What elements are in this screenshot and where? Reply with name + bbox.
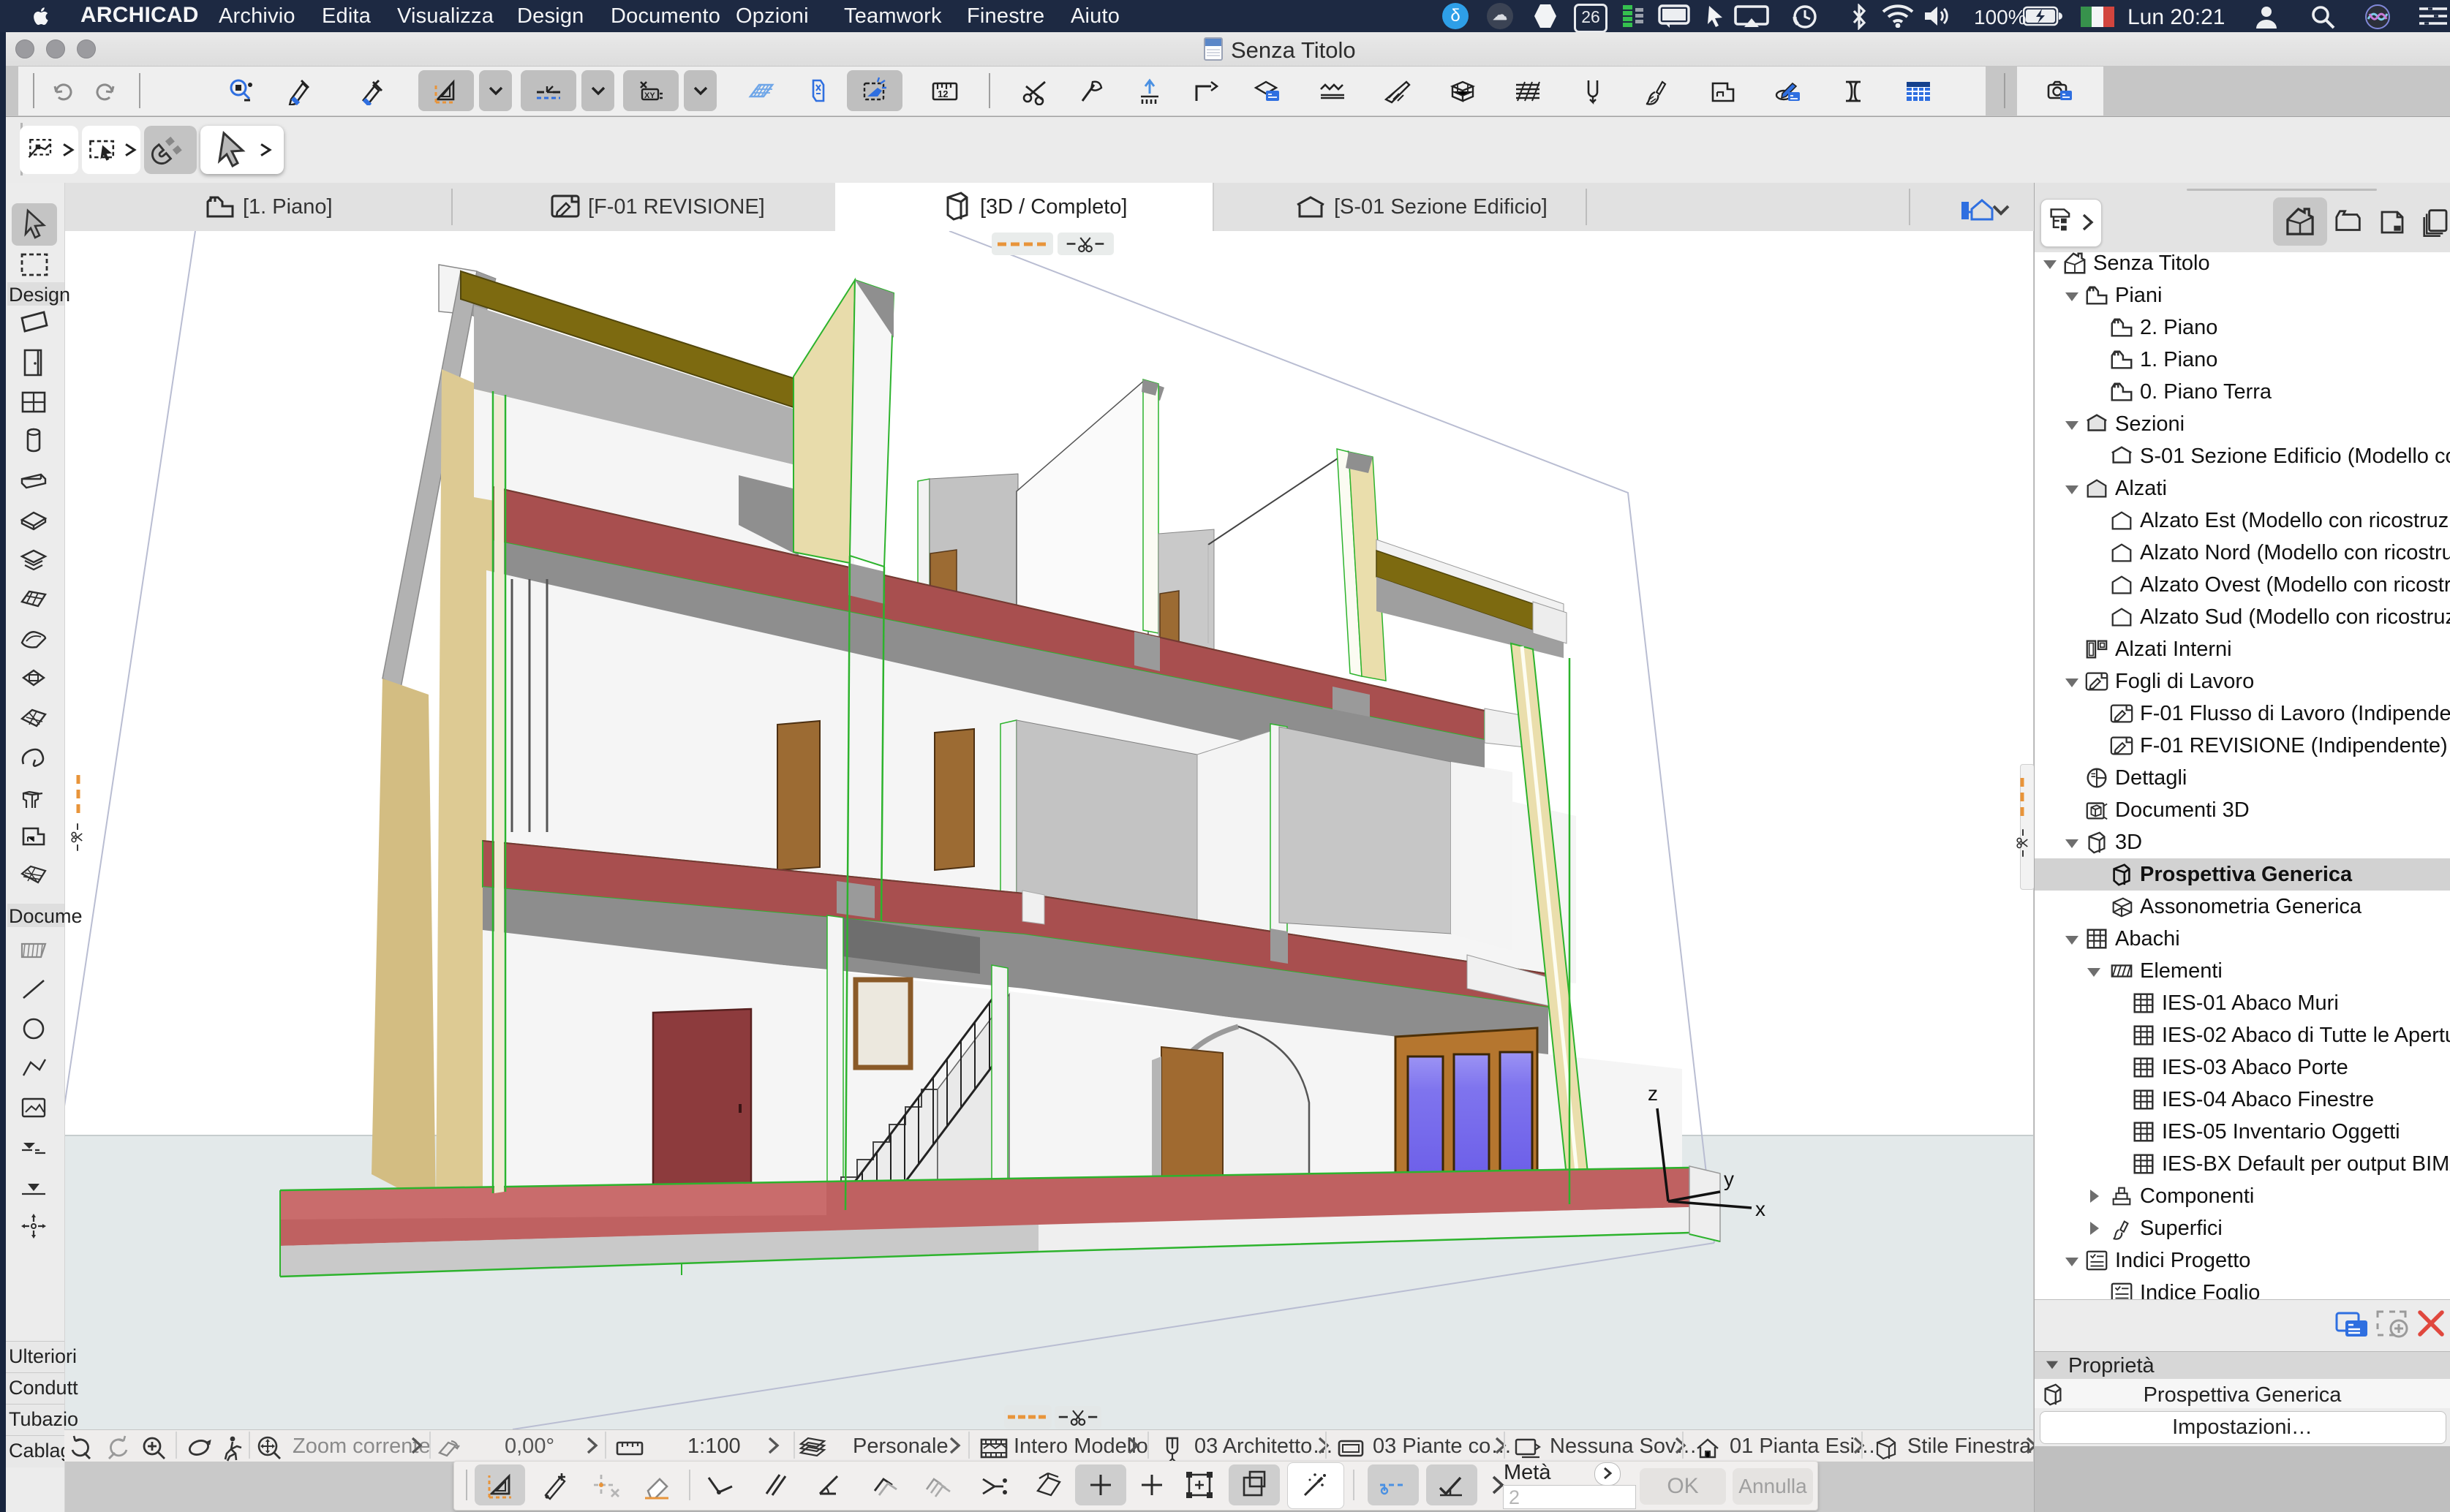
- svg-text:y: y: [1724, 1168, 1734, 1190]
- svg-text:12: 12: [938, 88, 948, 99]
- svg-text:x: x: [1755, 1198, 1765, 1220]
- svg-text:XY: XY: [644, 91, 655, 100]
- svg-text:z: z: [1648, 1082, 1658, 1105]
